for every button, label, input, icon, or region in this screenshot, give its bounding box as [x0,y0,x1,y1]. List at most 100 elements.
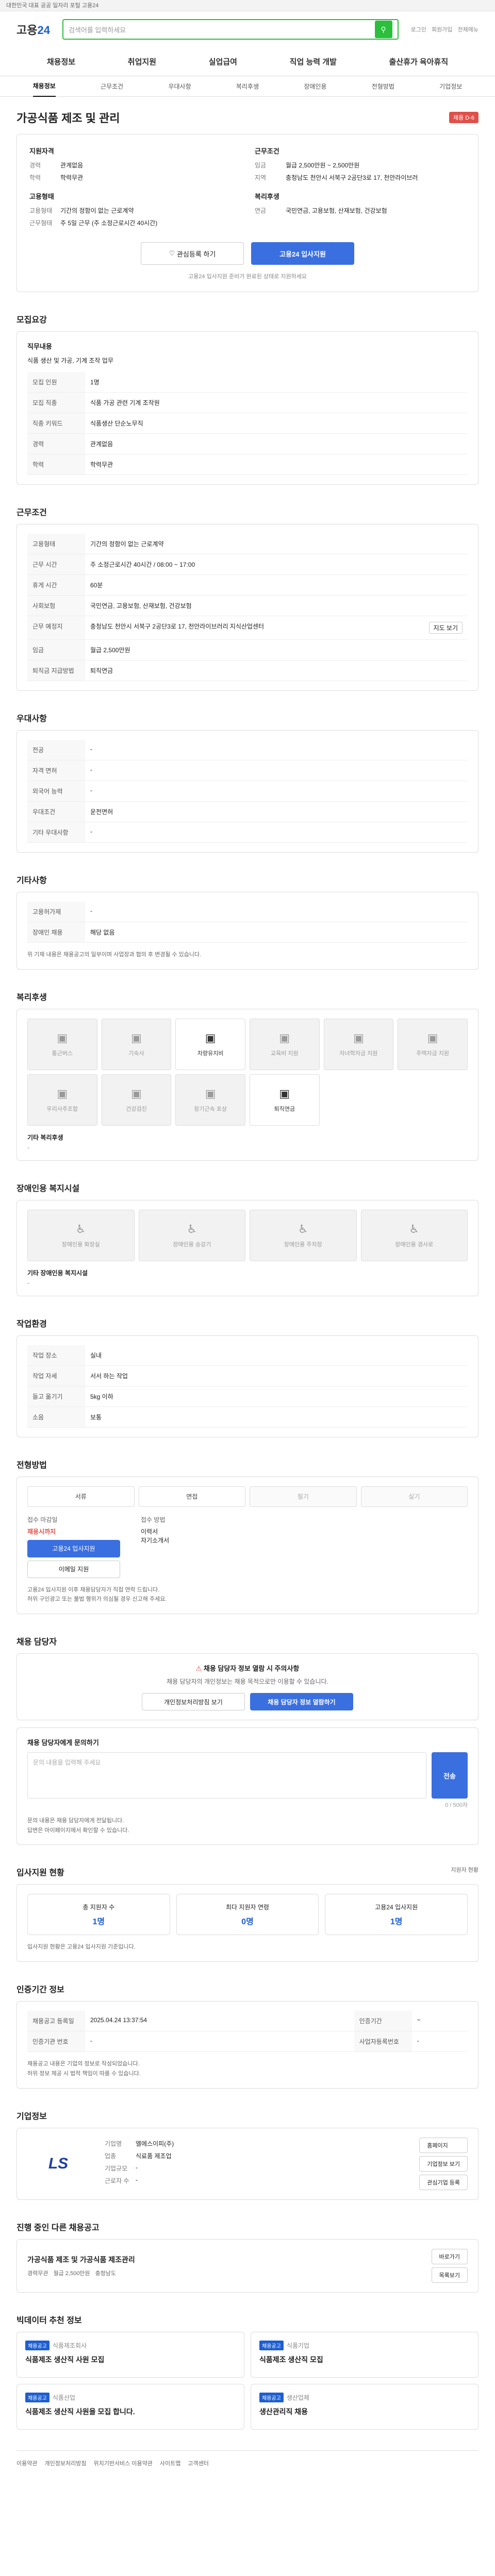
section-rec: 빅데이터 추천 정보 [16,2316,82,2325]
save-button[interactable]: ♡ 관심등록 하기 [141,242,244,265]
facility-icon: ▣ [279,1031,290,1044]
search-icon[interactable]: ⚲ [374,21,392,38]
tab-welfare[interactable]: 복리후생 [236,82,259,91]
kv-val: 기간의 정함이 없는 근로계약 [60,207,134,214]
table-row: 근무 예정지 충청남도 천안시 서북구 2공단3로 17, 천안라이브러리 지식산… [27,616,468,640]
section-recruit: 모집요강 [16,316,47,325]
privacy-button[interactable]: 개인정보처리방침 보기 [142,1693,245,1711]
facility-icon: ▣ [131,1031,142,1044]
table-row: 들고 옮기기 5kg 이하 [27,1386,468,1407]
search-input[interactable]: 검색어를 입력하세요 ⚲ [62,19,399,40]
summary-right2-title: 복리후생 [255,193,279,200]
etc-box: 고용허가제 - 장애인 채용 해당 없음 위 기재 내용은 채용공고의 일부이며 사… [16,892,478,970]
header: 고용24 검색어를 입력하세요 ⚲ 로그인 회원가입 전체메뉴 [0,11,495,47]
tab-work[interactable]: 근무조건 [101,82,123,91]
contact-box: ⚠ 채용 담당자 정보 열람 시 주의사항 채용 담당자의 개인정보는 채용 목… [16,1653,478,1721]
inquiry-submit-button[interactable]: 전송 [432,1752,468,1799]
util-join[interactable]: 회원가입 [432,25,452,33]
view-contact-button[interactable]: 채용 담당자 정보 열람하기 [250,1693,353,1711]
work-table: 고용형태 기간의 정함이 없는 근로계약 근무 시간 주 소정근로시간 40시간 /… [27,534,468,681]
facility-item: ▣ 통근버스 [27,1018,97,1070]
footer-link[interactable]: 이용약관 [16,2459,37,2467]
footer-link[interactable]: 위치기반서비스 이용약관 [93,2459,152,2467]
section-disabled: 장애인용 복지시설 [16,1184,80,1193]
table-row: 장애인 채용 해당 없음 [27,922,468,943]
map-button[interactable]: 지도 보기 [428,622,463,634]
similar-list-button[interactable]: 목록보기 [431,2267,468,2283]
table-row: 퇴직금 지급방법 퇴직연금 [27,660,468,681]
site-logo[interactable]: 고용24 [16,21,50,38]
summary-note: 고용24 입사지원 준비가 완료된 상태로 지원하세요 [188,274,307,280]
kv-val: 국민연금, 고용보험, 산재보험, 건강보험 [286,207,387,214]
disabled-box: ♿ 장애인용 화장실 ♿ 장애인용 승강기 ♿ 장애인용 주차장 ♿ 장애인용 경사로 기타 … [16,1199,478,1296]
facility-item: ▣ 주택자금 지원 [398,1018,468,1070]
method-box: 서류 면접 필기 실기 접수 마감일 채용시까지 고용24 입사지원 이메일 지원 접… [16,1476,478,1615]
facility-icon: ▣ [57,1031,68,1044]
contact-note: 답변은 마이페이지에서 확인할 수 있습니다. [27,1827,129,1834]
rec-card[interactable]: 채용공고 생산업체 생산관리직 채용 [251,2383,478,2430]
util-allmenu[interactable]: 전체메뉴 [458,25,478,33]
apply-button[interactable]: 고용24 입사지원 [251,242,354,265]
facility-label: 주택자금 지원 [416,1050,450,1057]
section-pref: 우대사항 [16,715,47,723]
facility-item: ▣ 건강검진 [101,1074,172,1126]
facility-icon: ♿ [298,1222,308,1235]
tab-disabled[interactable]: 장애인용 [304,82,326,91]
stat-item: 최다 지원자 연령 0명 [176,1894,319,1936]
gnb-item[interactable]: 실업급여 [209,56,237,67]
facility-icon: ▣ [427,1031,438,1044]
util-login[interactable]: 로그인 [411,25,426,33]
footer-link[interactable]: 고객센터 [188,2459,208,2467]
table-row: 휴게 시간 60분 [27,574,468,596]
apply-email-button[interactable]: 이메일 지원 [27,1560,120,1578]
kv-key: 지역 [255,174,267,181]
facility-label: 장애인용 경사로 [395,1241,434,1248]
gnb-item[interactable]: 취업지원 [128,56,156,67]
gnb-item[interactable]: 채용정보 [47,56,75,67]
similar-title[interactable]: 가공식품 제조 및 가공식품 제조관리 [27,2255,135,2265]
facility-label: 장애인용 승강기 [173,1241,211,1248]
table-row: 작업 장소 실내 [27,1345,468,1366]
kv-key: 임금 [255,162,267,169]
tab-recruit[interactable]: 채용정보 [32,76,56,97]
kv-val: 관계없음 [60,162,84,169]
kv-key: 고용형태 [29,207,53,214]
table-row: 고용형태 기간의 정함이 없는 근로계약 [27,534,468,554]
rec-card[interactable]: 채용공고 식품기업 식품제조 생산직 모집 [251,2331,478,2378]
facility-label: 장애인용 주차장 [284,1241,322,1248]
facility-label: 장애인용 화장실 [61,1241,100,1248]
inquiry-textarea[interactable]: 문의 내용을 입력해 주세요 [27,1752,426,1799]
apply-online-button[interactable]: 고용24 입사지원 [27,1539,120,1557]
method-grid: 서류 면접 필기 실기 [27,1486,468,1507]
table-row: 외국어 능력 - [27,781,468,802]
welfare-grid: ▣ 통근버스 ▣ 기숙사 ▣ 차량유지비 ▣ 교육비 지원 ▣ 자녀학자금 지원 ▣ 주택자금 지원 ▣… [27,1018,468,1126]
section-workenv: 작업환경 [16,1319,47,1329]
method-item: 서류 [27,1486,135,1507]
apply-label: 접수 마감일 [27,1516,58,1523]
company-fav-button[interactable]: 관심기업 등록 [419,2174,468,2190]
util-menu: 로그인 회원가입 전체메뉴 [411,25,478,33]
facility-label: 우리사주조합 [46,1106,78,1112]
table-row: 경력 관계없음 [27,433,468,454]
rec-card[interactable]: 채용공고 식품산업 식품제조 생산직 사원을 모집 합니다. [16,2383,244,2430]
footer-link[interactable]: 사이트맵 [160,2459,180,2467]
similar-meta: 경력무관 [27,2270,48,2277]
gnb-item[interactable]: 출산휴가 육아휴직 [389,56,449,67]
status-more[interactable]: 지원자 현황 [451,1866,478,1874]
info-note: 채용공고 내용은 기업의 정보로 작성되었습니다. [27,2061,140,2067]
similar-go-button[interactable]: 바로가기 [431,2248,468,2264]
gnb-item[interactable]: 직업 능력 개발 [290,56,337,67]
method-item: 필기 [250,1486,357,1507]
tab-pref[interactable]: 우대사항 [168,82,191,91]
kv-key: 경력 [29,162,41,169]
company-homepage-button[interactable]: 홈페이지 [419,2137,468,2153]
duty-text: 식품 생산 및 가공, 기계 조작 업무 [27,357,113,364]
footer-link[interactable]: 개인정보처리방침 [44,2459,86,2467]
company-info-button[interactable]: 기업정보 보기 [419,2156,468,2172]
rec-card[interactable]: 채용공고 식품제조회사 식품제조 생산직 사원 모집 [16,2331,244,2378]
tab-company[interactable]: 기업정보 [439,82,462,91]
top-notice: 대한민국 대표 공공 일자리 포털 고용24 [0,0,495,11]
tab-method[interactable]: 전형방법 [372,82,394,91]
table-row: 모집 인원 1명 [27,372,468,393]
section-work: 근무조건 [16,509,47,517]
